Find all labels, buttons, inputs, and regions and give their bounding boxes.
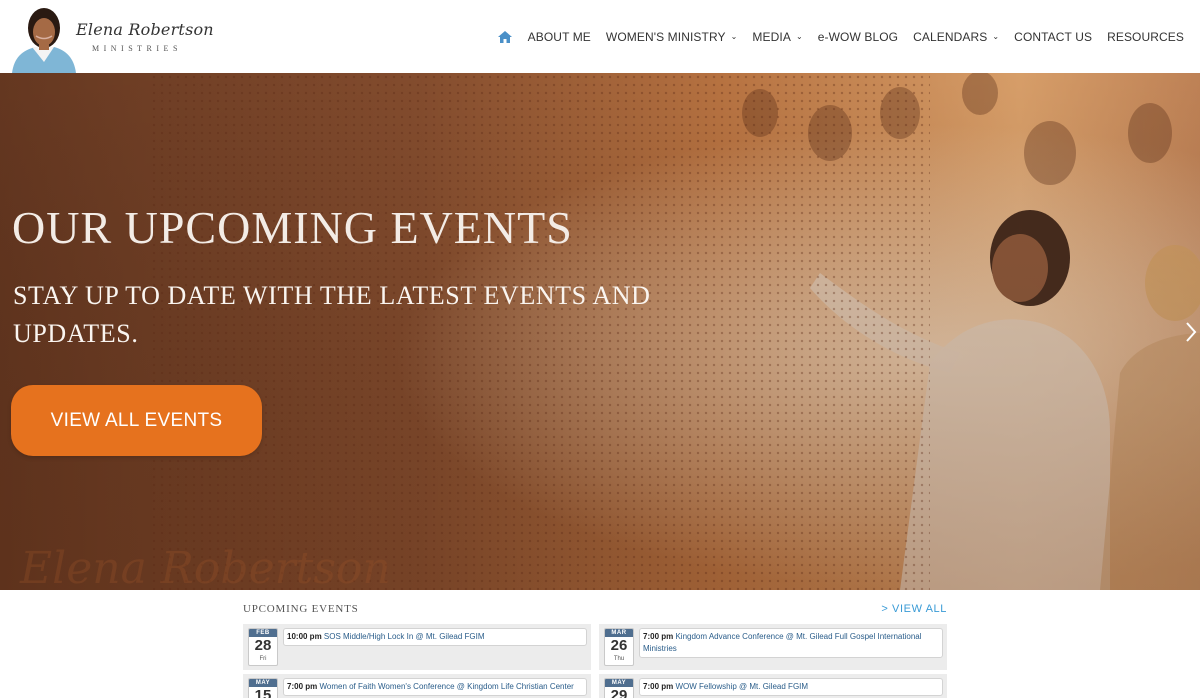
event-title: SOS Middle/High Lock In @ Mt. Gilead FGI… [323, 632, 485, 641]
site-logo[interactable]: Elena Robertson MINISTRIES [4, 0, 214, 73]
chevron-right-icon[interactable] [1184, 320, 1198, 344]
nav-label: e-WOW BLOG [817, 29, 899, 44]
nav-media[interactable]: MEDIA ⌄ [752, 30, 802, 44]
event-month: MAY [249, 679, 277, 687]
hero-slider: Elena Robertson OUR UPCOMING EVENTS STAY… [0, 73, 1200, 590]
event-item: FEB 28 Fri 10:00 pm SOS Middle/High Lock… [243, 624, 591, 670]
event-date-badge: FEB 28 Fri [248, 628, 278, 666]
home-icon [497, 30, 512, 43]
event-date-badge: MAY 15 [248, 678, 278, 698]
view-all-events-button[interactable]: VIEW ALL EVENTS [11, 385, 262, 456]
nav-about-me[interactable]: ABOUT ME [528, 30, 591, 44]
nav-label: ABOUT ME [527, 29, 591, 44]
event-link[interactable]: 10:00 pm SOS Middle/High Lock In @ Mt. G… [283, 628, 587, 646]
event-link[interactable]: 7:00 pm Kingdom Advance Conference @ Mt.… [639, 628, 943, 658]
main-nav: ABOUT ME WOMEN'S MINISTRY ⌄ MEDIA ⌄ e-WO… [482, 0, 1184, 73]
site-header: Elena Robertson MINISTRIES ABOUT ME WOME… [0, 0, 1200, 73]
event-date-badge: MAY 29 [604, 678, 634, 698]
chevron-down-icon: ⌄ [992, 32, 1000, 41]
event-day: 29 [610, 687, 628, 698]
logo-subtitle: MINISTRIES [92, 44, 182, 53]
nav-label: WOMEN'S MINISTRY [605, 29, 726, 44]
event-title: WOW Fellowship @ Mt. Gilead FGIM [675, 682, 809, 691]
event-time: 7:00 pm [643, 682, 674, 691]
nav-ewow-blog[interactable]: e-WOW BLOG [818, 30, 898, 44]
nav-label: MEDIA [752, 29, 791, 44]
event-item: MAY 29 7:00 pm WOW Fellowship @ Mt. Gile… [599, 674, 947, 698]
event-item: MAR 26 Thu 7:00 pm Kingdom Advance Confe… [599, 624, 947, 670]
event-month: FEB [249, 629, 277, 637]
event-day: 28 [254, 637, 272, 654]
hero-subtitle: STAY UP TO DATE WITH THE LATEST EVENTS A… [13, 281, 651, 348]
event-title: Kingdom Advance Conference @ Mt. Gilead … [643, 632, 922, 653]
chevron-down-icon: ⌄ [795, 32, 803, 41]
event-link[interactable]: 7:00 pm WOW Fellowship @ Mt. Gilead FGIM [639, 678, 943, 696]
events-section-title: UPCOMING EVENTS [243, 603, 359, 615]
view-all-link[interactable]: > VIEW ALL [881, 603, 947, 615]
nav-contact-us[interactable]: CONTACT US [1014, 30, 1092, 44]
logo-portrait [8, 0, 78, 73]
event-weekday: Fri [259, 656, 267, 662]
event-day: 26 [610, 637, 628, 654]
nav-label: CONTACT US [1014, 29, 1093, 44]
event-time: 10:00 pm [287, 632, 322, 641]
nav-home[interactable] [497, 30, 513, 44]
chevron-down-icon: ⌄ [730, 32, 738, 41]
event-month: MAR [605, 629, 633, 637]
hero-watermark: Elena Robertson [20, 543, 391, 590]
event-time: 7:00 pm [287, 682, 318, 691]
nav-label: RESOURCES [1107, 29, 1184, 44]
hero-title: OUR UPCOMING EVENTS [12, 202, 573, 253]
event-title: Women of Faith Women's Conference @ King… [319, 682, 574, 691]
event-day: 15 [254, 687, 272, 698]
nav-womens-ministry[interactable]: WOMEN'S MINISTRY ⌄ [606, 30, 738, 44]
nav-resources[interactable]: RESOURCES [1107, 30, 1184, 44]
event-weekday: Thu [613, 656, 625, 662]
event-month: MAY [605, 679, 633, 687]
logo-name: Elena Robertson [76, 20, 214, 39]
nav-label: CALENDARS [913, 29, 988, 44]
event-time: 7:00 pm [643, 632, 674, 641]
event-date-badge: MAR 26 Thu [604, 628, 634, 666]
nav-calendars[interactable]: CALENDARS ⌄ [913, 30, 999, 44]
event-item: MAY 15 7:00 pm Women of Faith Women's Co… [243, 674, 591, 698]
event-link[interactable]: 7:00 pm Women of Faith Women's Conferenc… [283, 678, 587, 696]
